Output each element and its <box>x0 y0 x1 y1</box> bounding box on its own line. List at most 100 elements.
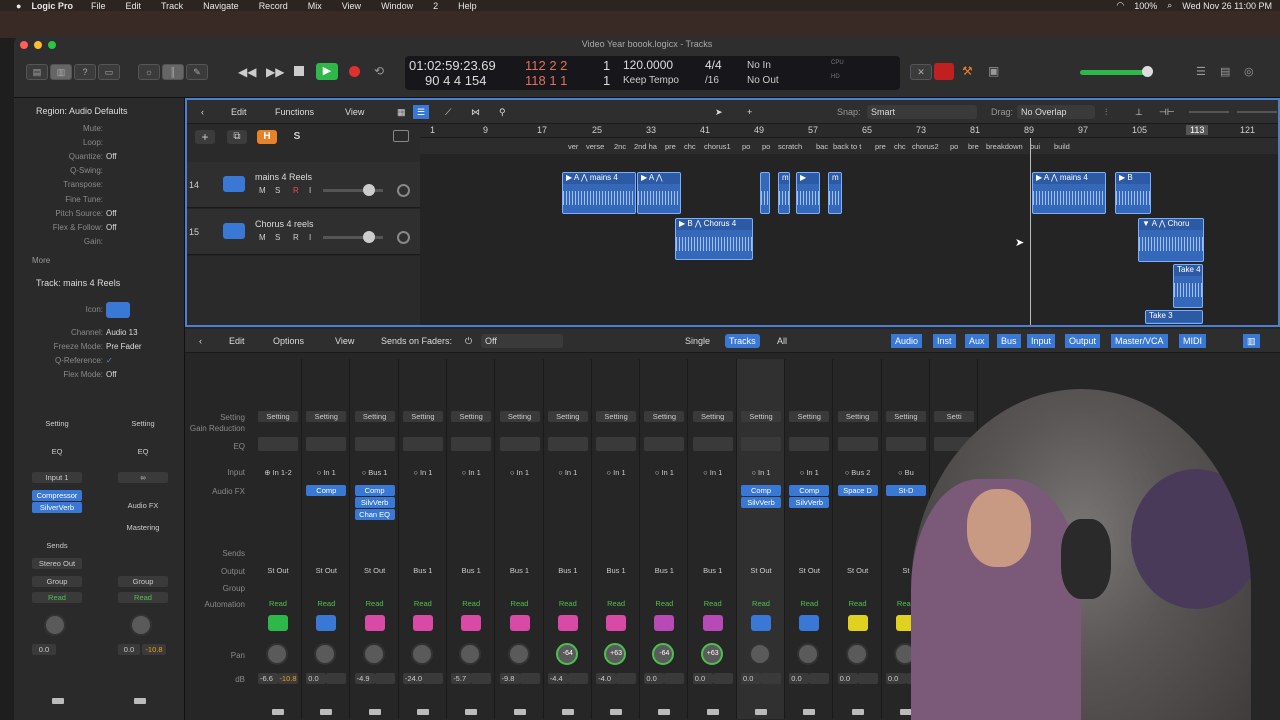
back-icon[interactable]: ‹ <box>197 105 208 119</box>
menu-file[interactable]: File <box>91 1 106 11</box>
audio-fx-slot[interactable]: SilvVerb <box>741 497 781 508</box>
setting-button[interactable]: Setting <box>499 411 540 422</box>
marker[interactable]: back to t <box>833 142 861 151</box>
marker[interactable]: chc <box>684 142 696 151</box>
input-slot[interactable]: ○ In 1 <box>403 467 443 478</box>
volume-fader[interactable] <box>134 698 146 704</box>
mixer-icon[interactable]: ║ <box>162 64 184 80</box>
setting-button[interactable]: Setting <box>741 411 781 422</box>
output-slot[interactable]: Stereo Out <box>32 558 82 569</box>
pan-knob[interactable] <box>459 643 482 665</box>
track-volume-thumb[interactable] <box>363 231 375 243</box>
audio-fx-slot[interactable]: St-D <box>885 485 926 496</box>
snap-dropdown[interactable]: Smart <box>867 105 977 119</box>
audio-region[interactable]: m <box>828 172 842 214</box>
tracks-button[interactable]: Tracks <box>725 334 760 348</box>
eq-display[interactable] <box>692 437 733 451</box>
eq-display[interactable] <box>306 437 347 451</box>
list-view-icon[interactable]: ☰ <box>413 105 430 119</box>
marker[interactable]: 2nd ha <box>634 142 657 151</box>
marker[interactable]: verse <box>586 142 604 151</box>
output-slot[interactable]: Bus 1 <box>500 565 540 576</box>
volume-fader[interactable] <box>465 709 478 715</box>
edit-menu[interactable]: Edit <box>227 105 251 119</box>
setting-button[interactable]: Setting <box>118 418 168 429</box>
automation-mode[interactable]: Read <box>258 598 298 609</box>
automation-slot[interactable]: Read <box>32 592 82 603</box>
track-name[interactable]: mains 4 Reels <box>255 172 312 182</box>
volume-fader[interactable] <box>513 709 526 715</box>
inspector-row-qref[interactable]: Q-Reference: ✓ <box>14 356 185 368</box>
setting-button[interactable]: Setting <box>32 418 82 429</box>
pan-knob[interactable] <box>130 614 152 636</box>
output-slot[interactable]: Bus 1 <box>548 565 588 576</box>
output-slot[interactable]: St Out <box>838 565 878 576</box>
marker[interactable]: chc <box>894 142 906 151</box>
add-track-button[interactable]: + <box>195 130 215 144</box>
more-disclosure[interactable]: More <box>32 256 50 265</box>
marker[interactable]: pre <box>665 142 676 151</box>
play-button[interactable]: ▶ <box>316 63 338 80</box>
automation-mode[interactable]: Read <box>789 598 829 609</box>
track-icon[interactable] <box>106 302 130 318</box>
link-icon[interactable]: ∞ <box>118 472 168 483</box>
marker[interactable]: build <box>1054 142 1070 151</box>
output-slot[interactable]: St Out <box>741 565 781 576</box>
eq-display[interactable] <box>547 437 588 451</box>
volume-knob[interactable] <box>1142 66 1153 77</box>
input-slot[interactable]: ○ In 1 <box>306 467 346 478</box>
functions-menu[interactable]: Functions <box>271 105 318 119</box>
output-slot[interactable]: Bus 1 <box>403 565 443 576</box>
track-volume-thumb[interactable] <box>363 184 375 196</box>
inspector-row-pitchsource[interactable]: Pitch Source: Off <box>14 209 185 221</box>
setting-button[interactable]: Setting <box>402 411 443 422</box>
filter-inst[interactable]: Inst <box>933 334 956 348</box>
track-type-icon[interactable] <box>847 615 868 631</box>
eq-display[interactable] <box>258 437 298 451</box>
eq-display[interactable] <box>644 437 685 451</box>
solo-button[interactable]: S <box>275 233 280 242</box>
automation-mode[interactable]: Read <box>548 598 588 609</box>
track-header-14[interactable]: 14 mains 4 Reels M S R I <box>187 162 420 208</box>
audio-region[interactable] <box>760 172 770 214</box>
volume-fader[interactable] <box>368 709 381 715</box>
volume-fader[interactable] <box>851 709 864 715</box>
track-type-icon[interactable] <box>702 615 723 631</box>
volume-fader[interactable] <box>803 709 816 715</box>
input-slot[interactable]: ○ In 1 <box>451 467 491 478</box>
group-slot[interactable]: Group <box>32 576 82 587</box>
fx-slot[interactable]: SilverVerb <box>32 502 82 513</box>
marker[interactable]: breakdown <box>986 142 1023 151</box>
pan-knob[interactable] <box>266 643 288 665</box>
bar-ruler[interactable]: 1 9 17 25 33 41 49 57 65 73 81 89 97 105… <box>420 124 1278 138</box>
marker[interactable]: bre <box>968 142 979 151</box>
take-region[interactable]: Take 3 <box>1145 310 1203 324</box>
input-monitor-button[interactable]: I <box>309 233 311 242</box>
drag-dropdown[interactable]: No Overlap <box>1017 105 1095 119</box>
setting-button[interactable]: Setting <box>692 411 733 422</box>
waveform-zoom-icon[interactable]: ⫶ <box>1101 105 1111 119</box>
output-slot[interactable]: St Out <box>789 565 829 576</box>
record-enable-button[interactable]: R <box>293 186 299 195</box>
output-slot[interactable]: St Out <box>258 565 298 576</box>
marker[interactable]: scratch <box>778 142 802 151</box>
loops-icon[interactable]: ◎ <box>1244 65 1254 78</box>
output-slot[interactable]: Bus 1 <box>451 565 491 576</box>
pan-knob[interactable] <box>507 643 530 665</box>
view-menu[interactable]: View <box>341 105 368 119</box>
filter-bus[interactable]: Bus <box>997 334 1021 348</box>
search-icon[interactable]: ⌕ <box>1167 0 1172 11</box>
filter-master-vca[interactable]: Master/VCA <box>1111 334 1168 348</box>
catch-icon[interactable]: ⚲ <box>495 105 510 119</box>
menu-record[interactable]: Record <box>259 1 288 11</box>
input-slot[interactable]: ○ In 1 <box>548 467 588 478</box>
automation-mode[interactable]: Read <box>741 598 781 609</box>
track-type-icon[interactable] <box>461 615 482 631</box>
mute-button[interactable]: M <box>259 233 266 242</box>
output-slot[interactable]: Bus 1 <box>644 565 684 576</box>
clock[interactable]: Wed Nov 26 11:00 PM <box>1182 1 1272 11</box>
track-type-icon[interactable] <box>509 615 530 631</box>
group-slot[interactable]: Group <box>118 576 168 587</box>
menu-track[interactable]: Track <box>161 1 183 11</box>
menu-edit[interactable]: Edit <box>125 1 141 11</box>
